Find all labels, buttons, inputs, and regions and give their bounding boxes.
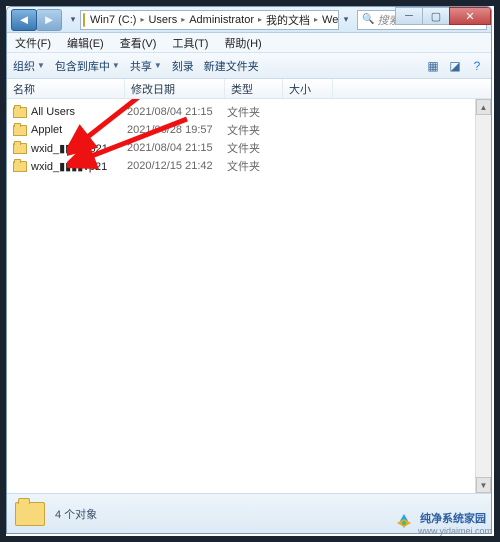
preview-pane-icon[interactable]: ◪ (447, 58, 463, 74)
list-item[interactable]: All Users 2021/08/04 21:15 文件夹 (7, 103, 491, 121)
breadcrumb-segment[interactable]: Administrator (186, 14, 257, 26)
chevron-down-icon: ▼ (37, 61, 45, 70)
list-item[interactable]: wxid_▮▮▮▮vp21 2020/12/15 21:42 文件夹 (7, 157, 491, 175)
menubar: 文件(F) 编辑(E) 查看(V) 工具(T) 帮助(H) (7, 33, 491, 53)
watermark-title: 纯净系统家园 (420, 510, 492, 526)
close-button[interactable]: ✕ (449, 7, 491, 25)
folder-icon (13, 107, 27, 118)
address-dropdown[interactable]: ▾ (339, 14, 353, 25)
file-name: All Users (31, 106, 127, 118)
address-bar[interactable]: Win7 (C:)▸ Users▸ Administrator▸ 我的文档▸ W… (80, 10, 339, 30)
file-name: Applet (31, 124, 127, 136)
column-header-type[interactable]: 类型 (225, 79, 283, 98)
menu-tools[interactable]: 工具(T) (168, 33, 212, 53)
file-type: 文件夹 (227, 104, 285, 120)
file-date: 2021/08/04 21:15 (127, 106, 227, 118)
scroll-down-button[interactable]: ▼ (476, 477, 491, 493)
menu-view[interactable]: 查看(V) (116, 33, 161, 53)
chevron-down-icon: ▼ (154, 61, 162, 70)
column-headers: 名称 修改日期 类型 大小 (7, 79, 491, 99)
toolbar-new-folder[interactable]: 新建文件夹 (204, 58, 259, 74)
scroll-up-button[interactable]: ▲ (476, 99, 491, 115)
list-item[interactable]: wxid_▮▮▮▮2821 2021/08/04 21:15 文件夹 (7, 139, 491, 157)
watermark-url: www.yidaimei.com (418, 526, 492, 536)
folder-icon (13, 125, 27, 136)
search-icon: 🔍 (362, 14, 374, 25)
toolbar-share[interactable]: 共享▼ (130, 58, 162, 74)
nav-forward-button[interactable]: ► (36, 9, 62, 31)
toolbar-organize[interactable]: 组织▼ (13, 58, 45, 74)
watermark-logo-icon (394, 513, 414, 533)
minimize-button[interactable]: ─ (395, 7, 423, 25)
menu-help[interactable]: 帮助(H) (220, 33, 265, 53)
toolbar: 组织▼ 包含到库中▼ 共享▼ 刻录 新建文件夹 ▦ ◪ ? (7, 53, 491, 79)
file-list[interactable]: All Users 2021/08/04 21:15 文件夹 Applet 20… (7, 99, 491, 493)
file-name: wxid_▮▮▮▮vp21 (31, 160, 127, 173)
folder-icon (13, 143, 27, 154)
file-type: 文件夹 (227, 140, 285, 156)
menu-edit[interactable]: 编辑(E) (63, 33, 108, 53)
column-header-size[interactable]: 大小 (283, 79, 333, 98)
breadcrumb-segment[interactable]: 我的文档 (263, 12, 313, 28)
menu-file[interactable]: 文件(F) (11, 33, 55, 53)
chevron-down-icon: ▼ (112, 61, 120, 70)
file-name: wxid_▮▮▮▮2821 (31, 142, 127, 155)
file-type: 文件夹 (227, 122, 285, 138)
window-controls: ─ ▢ ✕ (396, 7, 491, 25)
toolbar-include[interactable]: 包含到库中▼ (55, 58, 120, 74)
breadcrumb-segment[interactable]: WeChat Files (319, 14, 339, 26)
file-date: 2021/08/04 21:15 (127, 142, 227, 154)
view-options-icon[interactable]: ▦ (425, 58, 441, 74)
maximize-button[interactable]: ▢ (422, 7, 450, 25)
folder-icon (83, 13, 85, 27)
file-type: 文件夹 (227, 158, 285, 174)
status-text: 4 个对象 (55, 506, 97, 522)
file-date: 2021/06/28 19:57 (127, 124, 227, 136)
nav-history-dropdown[interactable]: ▾ (66, 14, 80, 25)
vertical-scrollbar[interactable]: ▲ ▼ (475, 99, 491, 493)
column-header-date[interactable]: 修改日期 (125, 79, 225, 98)
breadcrumb-segment[interactable]: Users (145, 14, 180, 26)
list-item[interactable]: Applet 2021/06/28 19:57 文件夹 (7, 121, 491, 139)
help-icon[interactable]: ? (469, 58, 485, 74)
folder-icon (13, 161, 27, 172)
explorer-window: ─ ▢ ✕ ◄ ► ▾ Win7 (C:)▸ Users▸ Administra… (6, 6, 492, 534)
nav-back-button[interactable]: ◄ (11, 9, 37, 31)
column-header-name[interactable]: 名称 (7, 79, 125, 98)
file-date: 2020/12/15 21:42 (127, 160, 227, 172)
toolbar-burn[interactable]: 刻录 (172, 58, 194, 74)
watermark: 纯净系统家园 www.yidaimei.com (394, 510, 492, 536)
folder-icon (15, 502, 45, 526)
breadcrumb-segment[interactable]: Win7 (C:) (87, 14, 139, 26)
